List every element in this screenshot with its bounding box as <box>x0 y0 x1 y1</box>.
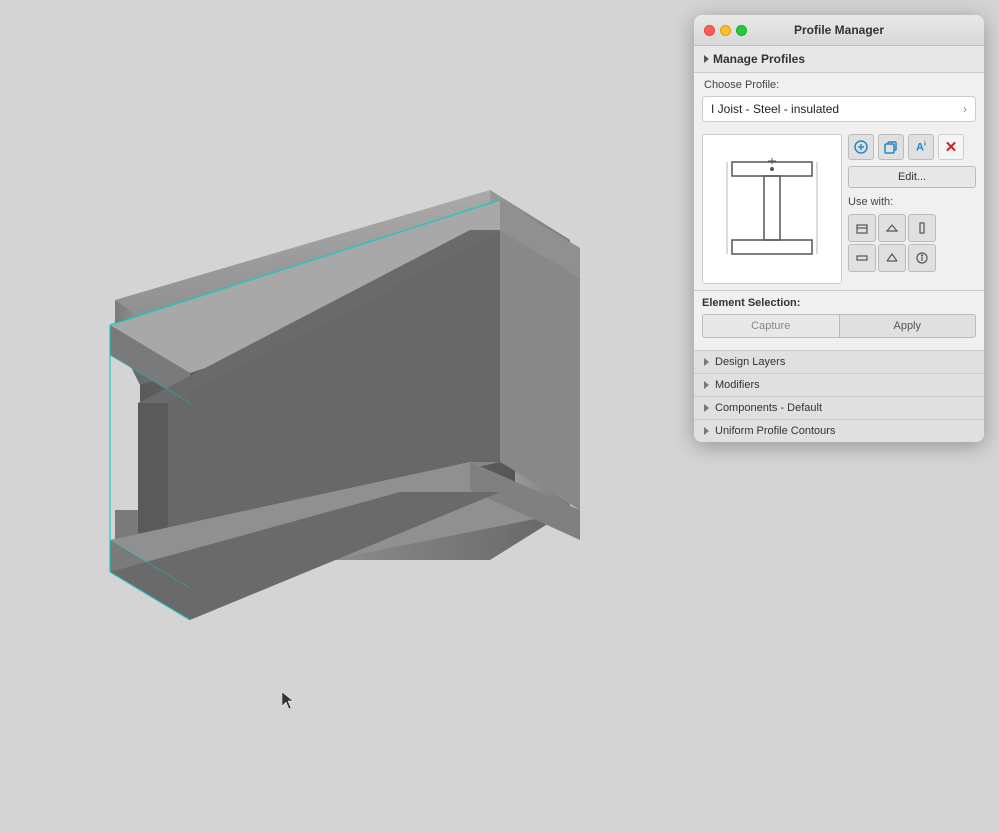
manage-profiles-section[interactable]: Manage Profiles <box>694 46 984 73</box>
profile-dropdown[interactable]: I Joist - Steel - insulated › <box>702 96 976 122</box>
use-with-wall-button[interactable] <box>848 214 876 242</box>
close-button[interactable] <box>704 25 715 36</box>
manage-profiles-header: Manage Profiles <box>704 52 974 66</box>
choose-profile-label: Choose Profile: <box>694 73 984 94</box>
apply-button[interactable]: Apply <box>839 314 977 338</box>
duplicate-profile-button[interactable] <box>878 134 904 160</box>
components-default-label: Components - Default <box>715 402 822 414</box>
delete-profile-button[interactable]: ✕ <box>938 134 964 160</box>
joist-3d-view <box>60 160 640 660</box>
controls-column: Ai ✕ Edit... Use with: <box>848 134 976 272</box>
panel-titlebar: Profile Manager <box>694 15 984 46</box>
edit-button[interactable]: Edit... <box>848 166 976 188</box>
use-with-buttons <box>848 214 976 272</box>
use-with-label: Use with: <box>848 196 976 208</box>
rename-profile-button[interactable]: Ai <box>908 134 934 160</box>
icon-buttons-row: Ai ✕ <box>848 134 976 160</box>
use-with-column-button[interactable] <box>908 214 936 242</box>
element-selection-section: Element Selection: Capture Apply <box>694 290 984 350</box>
maximize-button[interactable] <box>736 25 747 36</box>
add-profile-button[interactable] <box>848 134 874 160</box>
modifiers-row[interactable]: Modifiers <box>694 373 984 396</box>
minimize-button[interactable] <box>720 25 731 36</box>
uniform-profile-contours-row[interactable]: Uniform Profile Contours <box>694 419 984 442</box>
profile-manager-panel: Profile Manager Manage Profiles Choose P… <box>694 15 984 442</box>
capture-apply-row: Capture Apply <box>702 314 976 338</box>
info-button[interactable] <box>908 244 936 272</box>
panel-title: Profile Manager <box>794 23 884 37</box>
selected-profile-name: I Joist - Steel - insulated <box>711 102 839 116</box>
uniform-profile-expand-icon <box>704 427 709 435</box>
chevron-right-icon: › <box>963 102 967 116</box>
use-with-beam-button[interactable] <box>848 244 876 272</box>
design-layers-expand-icon <box>704 358 709 366</box>
preview-row: Ai ✕ Edit... Use with: <box>694 128 984 290</box>
element-selection-label: Element Selection: <box>702 297 976 309</box>
manage-profiles-label: Manage Profiles <box>713 52 805 66</box>
mouse-cursor <box>282 692 294 710</box>
modifiers-expand-icon <box>704 381 709 389</box>
expand-icon <box>704 55 709 63</box>
modifiers-label: Modifiers <box>715 379 760 391</box>
use-with-slab-button[interactable] <box>878 214 906 242</box>
design-layers-label: Design Layers <box>715 356 785 368</box>
use-with-roof-button[interactable] <box>878 244 906 272</box>
components-default-row[interactable]: Components - Default <box>694 396 984 419</box>
components-expand-icon <box>704 404 709 412</box>
profile-preview <box>702 134 842 284</box>
uniform-profile-contours-label: Uniform Profile Contours <box>715 425 835 437</box>
traffic-lights <box>704 25 747 36</box>
capture-button[interactable]: Capture <box>702 314 839 338</box>
design-layers-row[interactable]: Design Layers <box>694 350 984 373</box>
